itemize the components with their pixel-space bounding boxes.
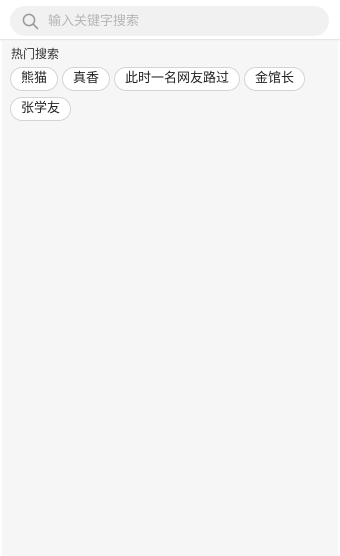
search-icon	[21, 12, 39, 30]
hot-search-tag[interactable]: 熊猫	[10, 67, 59, 91]
hot-search-tag[interactable]: 金馆长	[244, 67, 306, 91]
hot-search-title: 热门搜索	[11, 47, 60, 61]
search-box[interactable]	[10, 6, 329, 36]
search-header	[0, 0, 340, 40]
hot-search-tags: 熊猫 真香 此时一名网友路过 金馆长 张学友	[10, 67, 330, 121]
hot-search-tag[interactable]: 张学友	[10, 97, 72, 121]
search-content: 热门搜索 熊猫 真香 此时一名网友路过 金馆长 张学友	[2, 41, 338, 556]
search-input[interactable]	[48, 13, 298, 29]
page: 热门搜索 熊猫 真香 此时一名网友路过 金馆长 张学友	[0, 0, 340, 556]
hot-search-tag[interactable]: 此时一名网友路过	[114, 67, 241, 91]
hot-search-tag[interactable]: 真香	[62, 67, 111, 91]
